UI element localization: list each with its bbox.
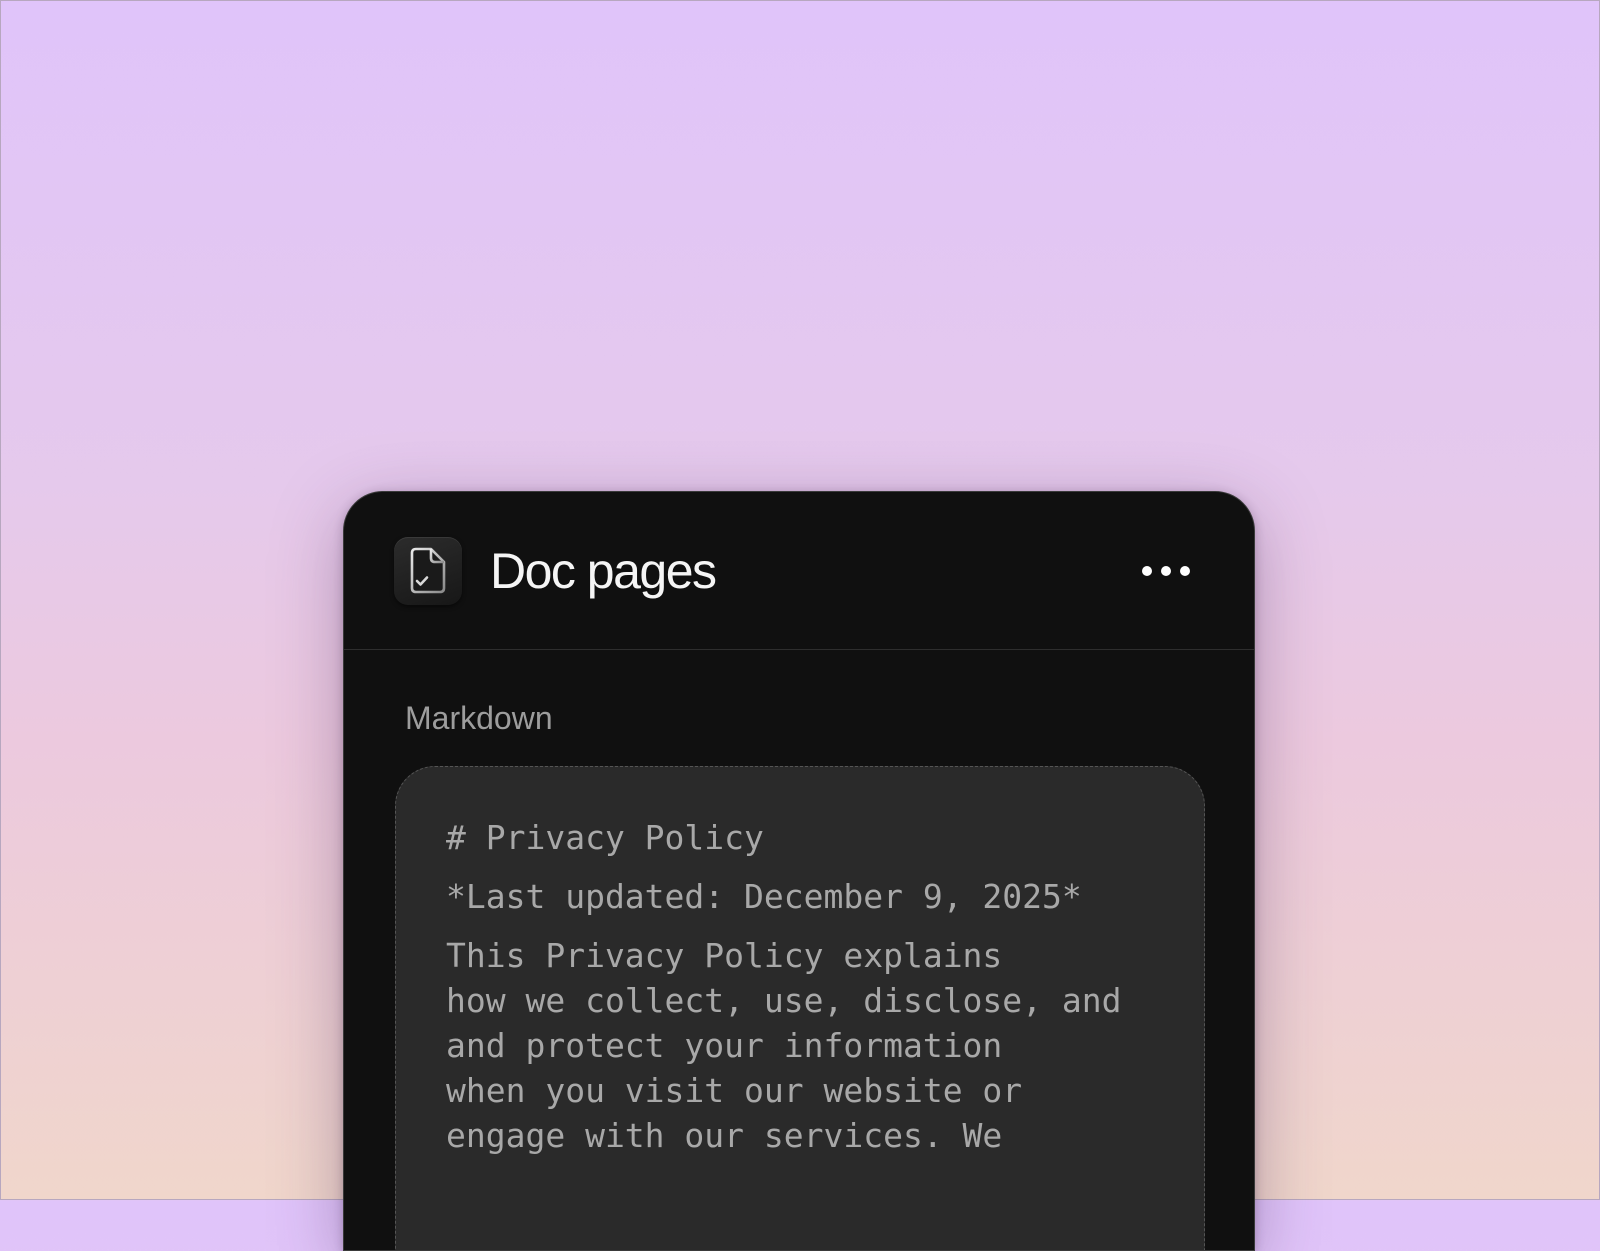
document-check-icon [394, 537, 462, 605]
markdown-body-line: how we collect, use, disclose, and [446, 981, 1122, 1020]
markdown-body-paragraph: This Privacy Policy explains how we coll… [446, 933, 1154, 1158]
markdown-heading-line: # Privacy Policy [446, 818, 764, 857]
markdown-section-label: Markdown [405, 700, 553, 736]
more-horizontal-icon [1142, 566, 1190, 576]
markdown-body-line: engage with our services. We [446, 1116, 1003, 1155]
markdown-body-line: This Privacy Policy explains [446, 936, 1003, 975]
panel-header: Doc pages [344, 492, 1254, 650]
markdown-editor[interactable]: # Privacy Policy *Last updated: December… [395, 766, 1205, 1250]
panel-title: Doc pages [490, 543, 717, 599]
more-options-button[interactable] [1136, 550, 1196, 592]
markdown-last-updated-line: *Last updated: December 9, 2025* [446, 877, 1082, 916]
markdown-body-line: and protect your information [446, 1026, 1003, 1065]
doc-pages-panel: Doc pages Markdown # Privacy Policy *Las… [343, 491, 1255, 1251]
markdown-body-line: when you visit our website or [446, 1071, 1023, 1110]
